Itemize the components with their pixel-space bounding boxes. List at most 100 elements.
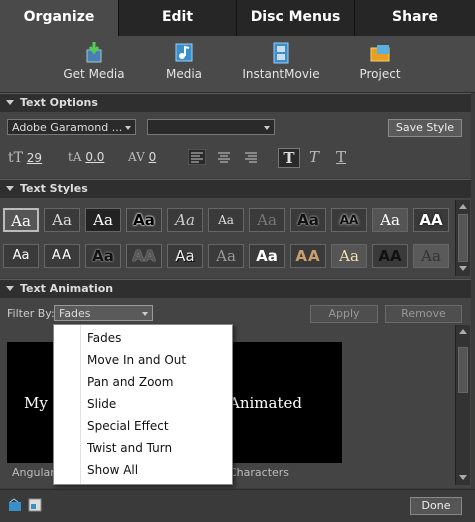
tab-edit[interactable]: Edit (119, 0, 237, 36)
chevron-down-icon (264, 126, 270, 130)
chevron-down-icon (142, 312, 148, 316)
preview-caption-left: Angular (12, 466, 55, 479)
kerning-icon: AV (128, 150, 145, 164)
tab-organize[interactable]: Organize (0, 0, 119, 36)
panel-toggle-icon[interactable] (8, 498, 22, 512)
menu-item-move-in-and-out[interactable]: Move In and Out (87, 353, 186, 367)
menu-item-special-effect[interactable]: Special Effect (87, 419, 169, 433)
collapse-triangle-icon (6, 186, 14, 191)
filter-by-label: Filter By: (7, 307, 55, 320)
style-thumb[interactable]: Aa (167, 208, 203, 232)
align-center-icon[interactable] (215, 149, 233, 165)
media-button[interactable]: Media (139, 42, 229, 81)
project-button[interactable]: Project (335, 42, 425, 81)
scroll-up-icon[interactable] (459, 329, 467, 334)
film-icon (273, 42, 289, 64)
font-size-control[interactable]: tT 29 (8, 150, 42, 166)
instantmovie-button[interactable]: InstantMovie (236, 42, 326, 81)
style-thumb[interactable]: AA (126, 244, 162, 268)
get-media-label: Get Media (63, 67, 125, 81)
preview-caption-right: Characters (229, 466, 290, 479)
instantmovie-label: InstantMovie (242, 67, 320, 81)
leading-value[interactable]: 0.0 (85, 150, 104, 164)
get-media-icon (86, 42, 102, 63)
style-thumb[interactable]: Aa (290, 208, 326, 232)
style-thumb[interactable]: Aa (249, 208, 285, 232)
menu-item-slide[interactable]: Slide (87, 397, 116, 411)
align-left-icon[interactable] (188, 149, 206, 165)
style-thumb[interactable]: Aa (85, 244, 121, 268)
filter-by-value: Fades (59, 307, 91, 320)
style-thumb[interactable]: Aa (372, 208, 408, 232)
menu-item-show-all[interactable]: Show All (87, 463, 138, 477)
style-thumb[interactable]: Aa (413, 244, 449, 268)
style-thumb[interactable]: AA (372, 244, 408, 268)
filter-by-menu: Fades Move In and Out Pan and Zoom Slide… (53, 324, 233, 485)
filter-by-dropdown[interactable]: Fades (54, 305, 153, 321)
text-options-title: Text Options (20, 96, 98, 109)
tab-share[interactable]: Share (355, 0, 475, 36)
preview-text-right: Animated (229, 394, 302, 412)
save-style-button[interactable]: Save Style (388, 119, 462, 137)
media-icon (175, 43, 193, 62)
font-size-icon: tT (8, 150, 23, 166)
tab-disc-menus[interactable]: Disc Menus (237, 0, 355, 36)
text-style-underline-icon[interactable]: T (331, 148, 351, 166)
style-thumb[interactable]: AA (290, 244, 326, 268)
style-thumb[interactable]: Aa (208, 208, 244, 232)
scroll-thumb[interactable] (458, 214, 468, 262)
align-right-icon[interactable] (242, 149, 260, 165)
apply-button[interactable]: Apply (310, 305, 378, 323)
project-icon (370, 45, 390, 62)
font-family-value: Adobe Garamond ... (12, 121, 123, 134)
scroll-down-icon[interactable] (459, 475, 467, 480)
font-family-dropdown[interactable]: Adobe Garamond ... (7, 119, 136, 135)
text-styles-scrollbar[interactable] (455, 200, 470, 276)
text-styles-header[interactable]: Text Styles (0, 179, 471, 199)
font-size-value[interactable]: 29 (27, 151, 42, 165)
scroll-thumb[interactable] (458, 347, 468, 393)
preview-text-left: My (24, 394, 48, 412)
style-thumb[interactable]: AA (331, 208, 367, 232)
scroll-up-icon[interactable] (459, 204, 467, 209)
style-thumb[interactable]: Aa (331, 244, 367, 268)
kerning-value[interactable]: 0 (149, 150, 157, 164)
font-style-dropdown[interactable] (147, 119, 275, 135)
style-thumb[interactable]: Aa (208, 244, 244, 268)
text-styles-title: Text Styles (20, 182, 88, 195)
text-style-plain-icon[interactable]: T (278, 148, 300, 168)
animation-scrollbar[interactable] (455, 325, 470, 485)
organize-toolbar: Get Media Media InstantMovie Project (0, 36, 475, 93)
leading-control[interactable]: tA 0.0 (68, 150, 104, 164)
kerning-control[interactable]: AV 0 (128, 150, 156, 164)
scroll-down-icon[interactable] (459, 266, 467, 271)
remove-button[interactable]: Remove (385, 305, 462, 323)
style-thumb[interactable]: Aa (167, 244, 203, 268)
style-thumb[interactable]: Aa (3, 244, 39, 268)
menu-item-fades[interactable]: Fades (87, 331, 121, 345)
layout-icon[interactable] (28, 498, 42, 512)
menu-item-pan-and-zoom[interactable]: Pan and Zoom (87, 375, 173, 389)
text-animation-header[interactable]: Text Animation (0, 279, 471, 299)
leading-icon: tA (68, 150, 82, 164)
style-thumb[interactable]: Aa (249, 244, 285, 268)
text-options-header[interactable]: Text Options (0, 93, 471, 113)
style-thumb[interactable]: Aa (85, 208, 121, 232)
style-thumb[interactable]: Aa (3, 208, 39, 232)
done-button[interactable]: Done (410, 497, 462, 515)
menu-gutter (80, 325, 81, 484)
style-thumb[interactable]: AA (44, 244, 80, 268)
media-label: Media (165, 67, 203, 81)
tab-bar: Organize Edit Disc Menus Share (0, 0, 475, 36)
get-media-button[interactable]: Get Media (49, 42, 139, 81)
collapse-triangle-icon (6, 100, 14, 105)
style-thumb[interactable]: Aa (126, 208, 162, 232)
text-style-italic-icon[interactable]: T (304, 148, 324, 166)
style-thumb[interactable]: Aa (44, 208, 80, 232)
menu-item-twist-and-turn[interactable]: Twist and Turn (87, 441, 172, 455)
text-animation-title: Text Animation (20, 282, 114, 295)
style-thumb[interactable]: AA (413, 208, 449, 232)
chevron-down-icon (125, 126, 131, 130)
bottom-bar: Done (0, 489, 475, 522)
collapse-triangle-icon (6, 286, 14, 291)
